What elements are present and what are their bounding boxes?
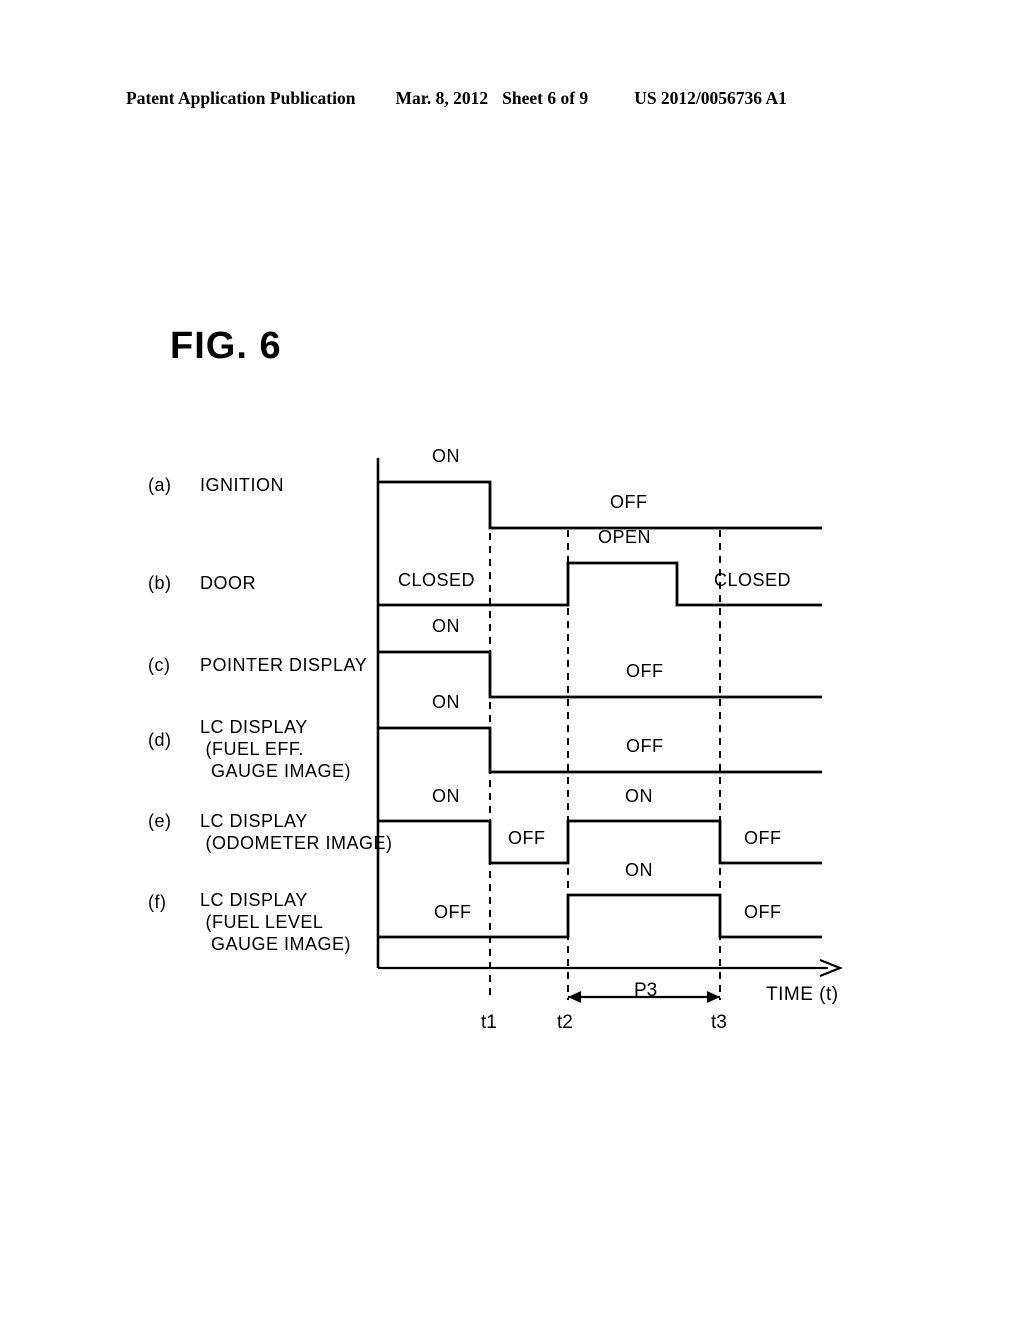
signal-name-line: IGNITION bbox=[200, 475, 284, 495]
signal-name-line: GAUGE IMAGE) bbox=[200, 934, 352, 954]
signal-name-line: DOOR bbox=[200, 573, 256, 593]
time-axis-title: TIME (t) bbox=[766, 984, 839, 1005]
signal-name-b: DOOR bbox=[200, 572, 256, 594]
time-tick-t3: t3 bbox=[711, 1012, 727, 1033]
state-label-on: ON bbox=[625, 860, 653, 880]
state-label-on: ON bbox=[432, 786, 460, 806]
time-marker-lines bbox=[489, 520, 721, 1000]
state-label-off: OFF bbox=[434, 902, 472, 922]
signal-name-line: LC DISPLAY bbox=[200, 811, 308, 831]
signal-name-line: GAUGE IMAGE) bbox=[200, 761, 352, 781]
signal-name-f: LC DISPLAY (FUEL LEVEL GAUGE IMAGE) bbox=[200, 889, 351, 955]
signal-name-e: LC DISPLAY (ODOMETER IMAGE) bbox=[200, 810, 393, 854]
state-label-closed: CLOSED bbox=[398, 570, 476, 590]
state-label-off: OFF bbox=[508, 828, 546, 848]
waveform-d bbox=[378, 726, 822, 774]
p3-arrowhead-right bbox=[707, 991, 720, 1003]
signal-name-c: POINTER DISPLAY bbox=[200, 654, 367, 676]
signal-name-line: LC DISPLAY bbox=[200, 890, 308, 910]
time-tick-t2: t2 bbox=[557, 1012, 573, 1033]
signal-tag-c: (c) bbox=[148, 655, 171, 675]
signal-name-line: (ODOMETER IMAGE) bbox=[200, 833, 393, 853]
waveform-a bbox=[378, 480, 822, 530]
state-label-off: OFF bbox=[744, 828, 782, 848]
signal-name-line: LC DISPLAY bbox=[200, 717, 308, 737]
signal-name-line: (FUEL EFF. bbox=[200, 739, 304, 759]
signal-tag-a: (a) bbox=[148, 475, 172, 495]
waveform-c bbox=[378, 650, 822, 699]
signal-tag-f: (f) bbox=[148, 892, 167, 912]
signal-name-line: (FUEL LEVEL bbox=[200, 912, 324, 932]
p3-arrowhead-left bbox=[568, 991, 581, 1003]
signal-name-line: POINTER DISPLAY bbox=[200, 655, 368, 675]
period-label-p3: P3 bbox=[634, 980, 658, 1001]
state-label-off: OFF bbox=[626, 661, 664, 681]
state-label-closed: CLOSED bbox=[714, 570, 792, 590]
signal-tag-d: (d) bbox=[148, 730, 172, 750]
signal-tag-b: (b) bbox=[148, 573, 172, 593]
state-label-off: OFF bbox=[610, 492, 648, 512]
time-tick-t1: t1 bbox=[481, 1012, 497, 1033]
signal-name-d: LC DISPLAY (FUEL EFF. GAUGE IMAGE) bbox=[200, 716, 351, 782]
state-label-on: ON bbox=[625, 786, 653, 806]
signal-name-a: IGNITION bbox=[200, 474, 284, 496]
signal-tag-e: (e) bbox=[148, 811, 172, 831]
state-label-open: OPEN bbox=[598, 527, 652, 547]
state-label-on: ON bbox=[432, 692, 460, 712]
state-label-off: OFF bbox=[626, 736, 664, 756]
state-label-off: OFF bbox=[744, 902, 782, 922]
state-label-on: ON bbox=[432, 616, 460, 636]
state-label-on: ON bbox=[432, 446, 460, 466]
